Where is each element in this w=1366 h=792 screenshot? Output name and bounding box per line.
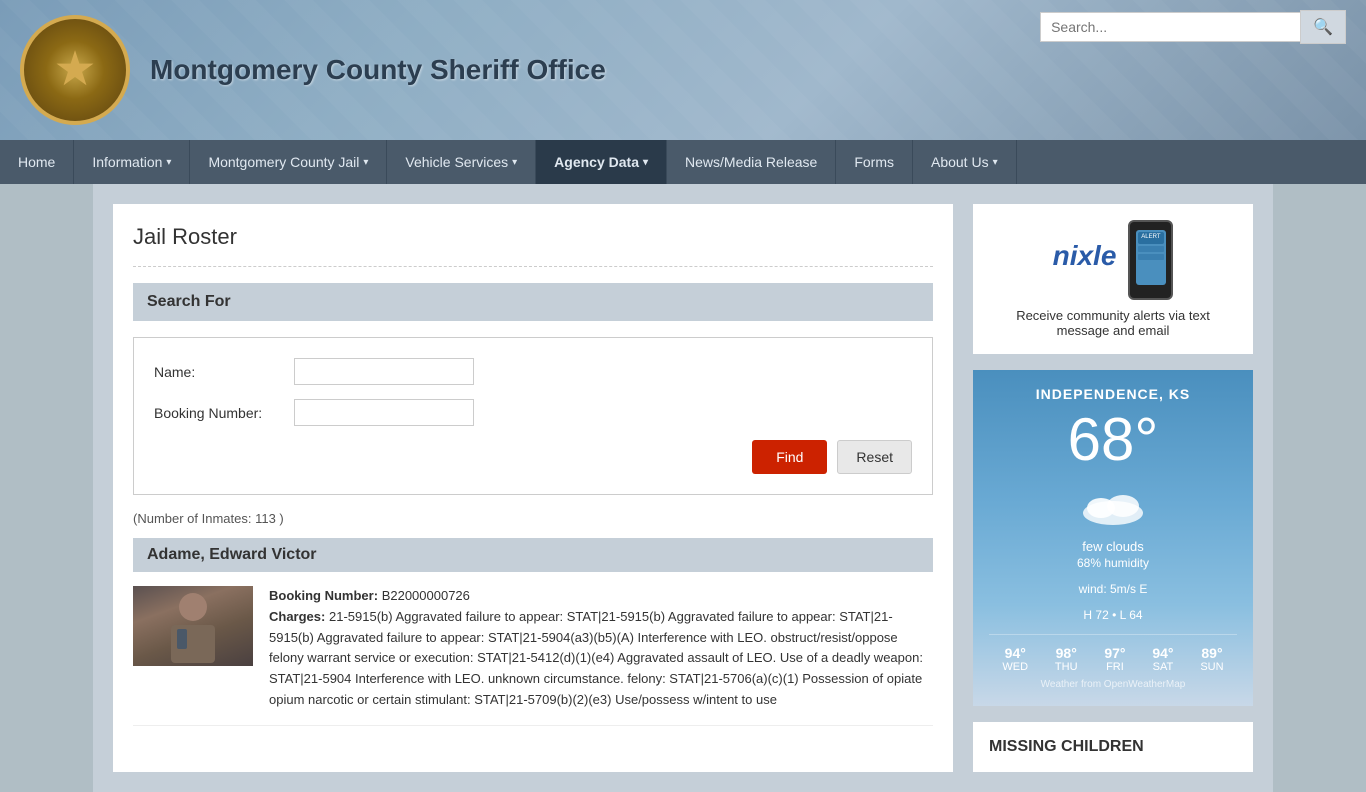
- search-input[interactable]: [1040, 12, 1300, 42]
- name-row: Name:: [154, 358, 912, 385]
- nav-home[interactable]: Home: [0, 140, 74, 184]
- name-input[interactable]: [294, 358, 474, 385]
- nixle-widget: nixle ALERT Receive community alerts via…: [973, 204, 1253, 354]
- chevron-down-icon: ▾: [363, 157, 368, 168]
- chevron-down-icon: ▾: [512, 157, 517, 168]
- nixle-logo-area: nixle: [1053, 240, 1117, 280]
- missing-children-title: MISSING CHILDREN: [989, 738, 1237, 756]
- charges-label: Charges:: [269, 609, 325, 624]
- main-container: Jail Roster Search For Name: Booking Num…: [93, 184, 1273, 792]
- weather-high-low: H 72 • L 64: [989, 608, 1237, 622]
- chevron-down-icon: ▾: [643, 157, 648, 168]
- sidebar: nixle ALERT Receive community alerts via…: [973, 204, 1253, 772]
- nav-forms[interactable]: Forms: [836, 140, 913, 184]
- cloud-icon: [1073, 478, 1153, 528]
- inmate-detail: Booking Number: B22000000726 Charges: 21…: [133, 572, 933, 726]
- inmate-name-header: Adame, Edward Victor: [133, 538, 933, 572]
- search-for-section: Search For: [133, 283, 933, 321]
- weather-humidity: 68% humidity: [989, 556, 1237, 570]
- nixle-tagline: Receive community alerts via text messag…: [989, 308, 1237, 338]
- weather-widget: INDEPENDENCE, KS 68° few clouds 68% humi…: [973, 370, 1253, 706]
- logo: ★: [20, 15, 130, 125]
- form-actions: Find Reset: [154, 440, 912, 474]
- booking-number-label: Booking Number:: [269, 588, 378, 603]
- weather-forecast: 94° WED 98° THU 97° FRI 94° SAT 89° SU: [989, 634, 1237, 673]
- missing-children-section: MISSING CHILDREN: [973, 722, 1253, 772]
- nav-agency-data[interactable]: Agency Data▾: [536, 140, 667, 184]
- search-bar: 🔍: [1040, 10, 1346, 44]
- content-area: Jail Roster Search For Name: Booking Num…: [113, 204, 953, 772]
- forecast-sun: 89° SUN: [1200, 645, 1223, 673]
- nav-jail[interactable]: Montgomery County Jail▾: [190, 140, 387, 184]
- search-section-title: Search For: [147, 293, 231, 310]
- nav-about[interactable]: About Us▾: [913, 140, 1017, 184]
- inmates-count: (Number of Inmates: 113 ): [133, 511, 933, 526]
- header: ★ Montgomery County Sheriff Office 🔍: [0, 0, 1366, 140]
- booking-number-value: B22000000726: [382, 588, 470, 603]
- reset-button[interactable]: Reset: [837, 440, 912, 474]
- inmate-photo: [133, 586, 253, 666]
- site-title: Montgomery County Sheriff Office: [150, 54, 606, 86]
- find-button[interactable]: Find: [752, 440, 827, 474]
- inmate-info: Booking Number: B22000000726 Charges: 21…: [269, 586, 933, 711]
- weather-source: Weather from OpenWeatherMap: [989, 679, 1237, 690]
- charges-value: 21-5915(b) Aggravated failure to appear:…: [269, 609, 923, 707]
- search-form: Name: Booking Number: Find Reset: [133, 337, 933, 495]
- forecast-sat: 94° SAT: [1152, 645, 1173, 673]
- nav-information[interactable]: Information▾: [74, 140, 190, 184]
- page-title: Jail Roster: [133, 224, 933, 250]
- chevron-down-icon: ▾: [993, 157, 998, 168]
- booking-row: Booking Number:: [154, 399, 912, 426]
- name-label: Name:: [154, 364, 294, 380]
- weather-temperature: 68°: [989, 410, 1237, 470]
- search-button[interactable]: 🔍: [1300, 10, 1346, 44]
- weather-wind: wind: 5m/s E: [989, 582, 1237, 596]
- person-icon: [163, 589, 223, 664]
- phone-icon: ALERT: [1128, 220, 1173, 300]
- forecast-fri: 97° FRI: [1104, 645, 1125, 673]
- weather-description: few clouds: [989, 539, 1237, 554]
- forecast-thu: 98° THU: [1055, 645, 1078, 673]
- nav-news[interactable]: News/Media Release: [667, 140, 836, 184]
- booking-input[interactable]: [294, 399, 474, 426]
- nixle-logo: nixle: [1053, 240, 1117, 272]
- logo-star: ★: [53, 46, 96, 94]
- nav-vehicle-services[interactable]: Vehicle Services▾: [387, 140, 536, 184]
- booking-label: Booking Number:: [154, 405, 294, 421]
- main-nav: Home Information▾ Montgomery County Jail…: [0, 140, 1366, 184]
- chevron-down-icon: ▾: [166, 157, 171, 168]
- weather-city: INDEPENDENCE, KS: [989, 386, 1237, 402]
- forecast-wed: 94° WED: [1002, 645, 1028, 673]
- nixle-row: nixle ALERT: [989, 220, 1237, 300]
